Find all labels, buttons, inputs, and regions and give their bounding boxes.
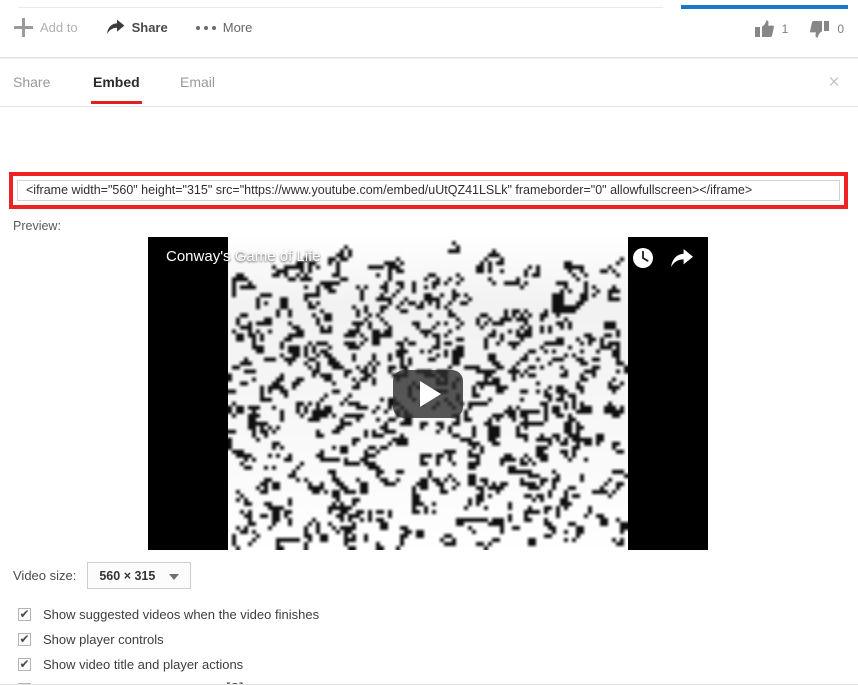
play-triangle-icon xyxy=(420,381,441,407)
add-to-label: Add to xyxy=(40,20,78,35)
checkbox-0[interactable]: ✔ xyxy=(18,608,31,621)
tab-email[interactable]: Email xyxy=(180,74,215,103)
action-bar-left-group: Add to Share More xyxy=(14,18,252,37)
chevron-down-icon xyxy=(169,574,179,580)
preview-label: Preview: xyxy=(13,219,61,233)
option-row[interactable]: ✔ Show player controls xyxy=(18,627,319,652)
page-progress-bar xyxy=(681,5,848,9)
embed-options-list: ✔ Show suggested videos when the video fi… xyxy=(18,602,319,685)
dislike-count: 0 xyxy=(837,22,844,36)
option-row[interactable]: ✔ Show video title and player actions xyxy=(18,652,319,677)
option-label: Show suggested videos when the video fin… xyxy=(43,607,319,622)
tab-embed[interactable]: Embed xyxy=(93,74,140,103)
action-bar-right-group: 1 0 xyxy=(755,20,844,38)
video-size-select[interactable]: 560 × 315 xyxy=(87,562,191,589)
checkbox-1[interactable]: ✔ xyxy=(18,633,31,646)
share-button[interactable]: Share xyxy=(106,19,168,36)
more-button[interactable]: More xyxy=(196,20,253,36)
share-tabs: Share Embed Email × xyxy=(0,59,858,107)
ellipsis-icon xyxy=(196,20,216,36)
share-arrow-icon[interactable] xyxy=(670,248,694,269)
video-size-row: Video size: 560 × 315 xyxy=(13,562,191,589)
like-count: 1 xyxy=(782,22,789,36)
add-to-button[interactable]: Add to xyxy=(14,18,78,37)
video-overlay-icons xyxy=(632,247,694,269)
check-icon: ✔ xyxy=(19,659,29,670)
video-title: Conway's Game of Life xyxy=(166,248,321,265)
thumbs-down-icon xyxy=(810,20,829,38)
video-size-value: 560 × 315 xyxy=(99,569,155,583)
action-bar-divider xyxy=(18,7,663,8)
more-label: More xyxy=(223,20,253,35)
video-preview[interactable]: Conway's Game of Life xyxy=(148,237,708,550)
check-icon: ✔ xyxy=(19,634,29,645)
check-icon: ✔ xyxy=(19,609,29,620)
share-panel: Share Embed Email × <iframe width="560" … xyxy=(0,59,858,685)
play-button[interactable] xyxy=(393,370,463,418)
embed-code-input[interactable]: <iframe width="560" height="315" src="ht… xyxy=(17,180,840,201)
close-icon[interactable]: × xyxy=(823,72,845,94)
tab-share[interactable]: Share xyxy=(13,74,50,103)
embed-share-dialog-page: Add to Share More 1 xyxy=(0,0,858,685)
share-arrow-icon xyxy=(106,19,125,36)
option-label: Show player controls xyxy=(43,632,164,647)
video-action-bar: Add to Share More 1 xyxy=(0,0,858,58)
plus-icon xyxy=(14,18,33,37)
like-button[interactable]: 1 xyxy=(755,20,789,38)
share-label: Share xyxy=(132,20,168,35)
video-size-label: Video size: xyxy=(13,568,76,583)
thumbs-up-icon xyxy=(755,20,774,38)
option-label: Show video title and player actions xyxy=(43,657,243,672)
dislike-button[interactable]: 0 xyxy=(810,20,844,38)
checkbox-2[interactable]: ✔ xyxy=(18,658,31,671)
watch-later-clock-icon[interactable] xyxy=(632,247,654,269)
option-row[interactable]: ✔ Show suggested videos when the video fi… xyxy=(18,602,319,627)
